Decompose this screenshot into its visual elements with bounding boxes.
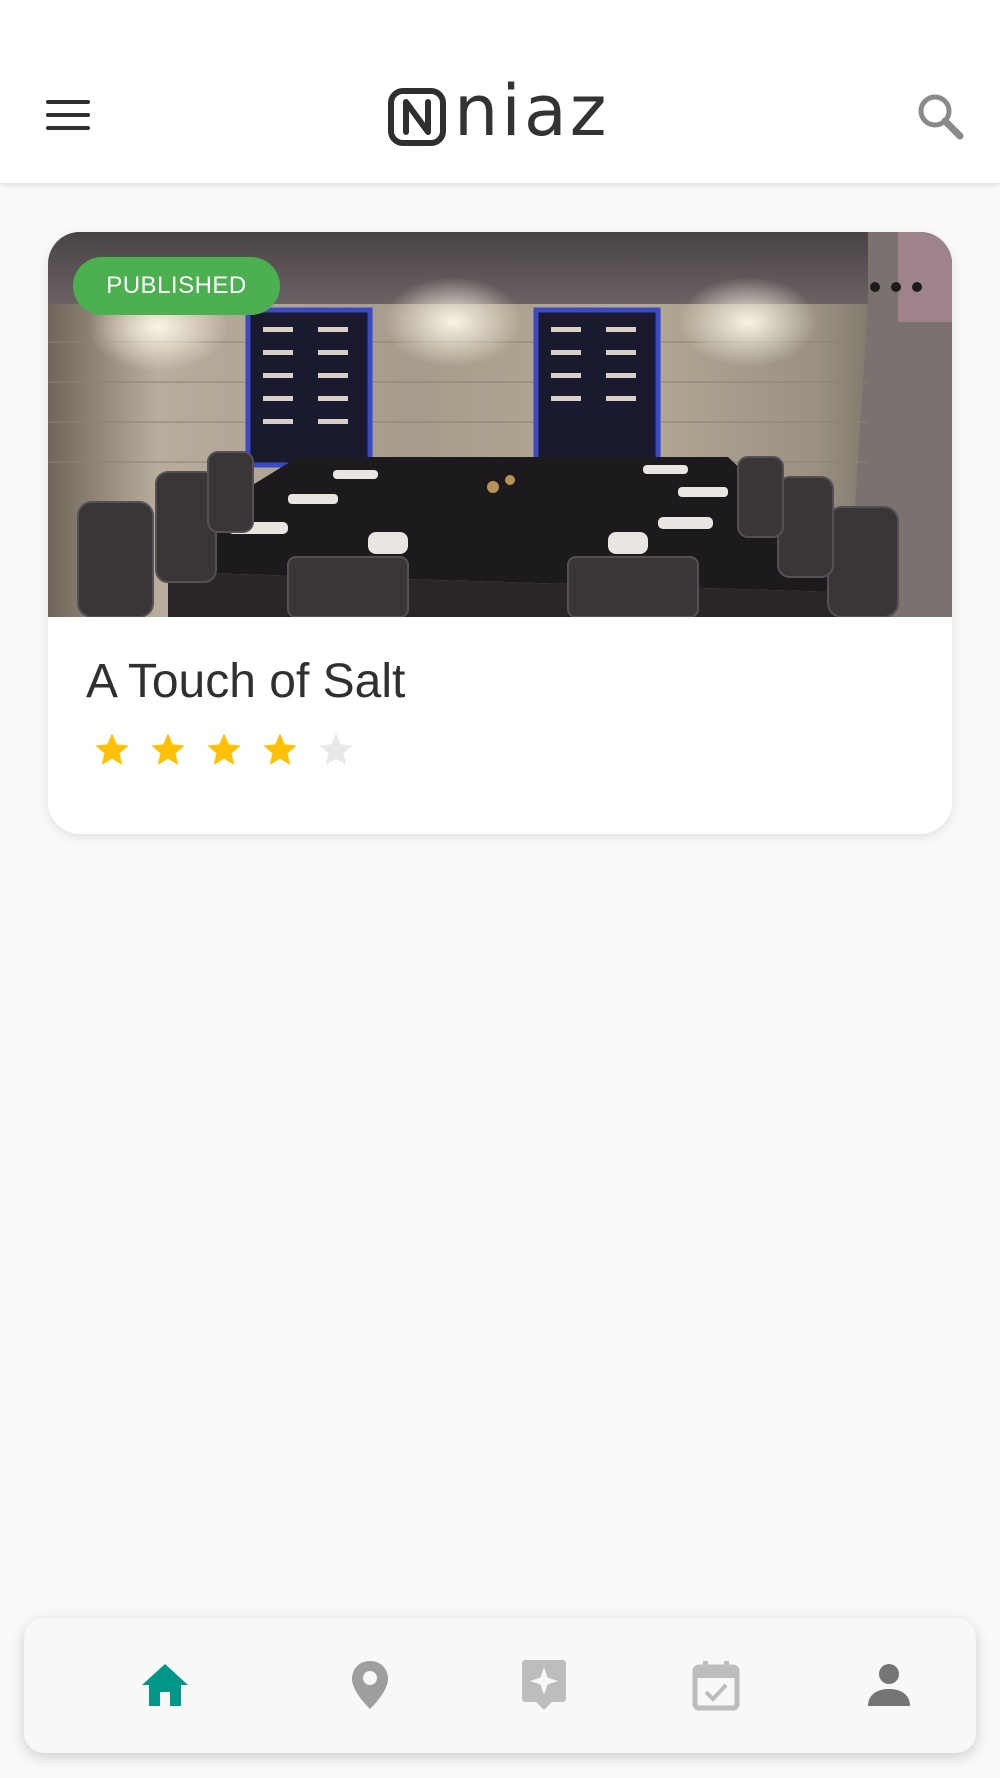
search-button[interactable] (914, 90, 966, 142)
search-icon (918, 94, 964, 140)
home-icon (142, 1664, 188, 1706)
hamburger-menu-icon-line (46, 126, 90, 130)
star-filled-icon (95, 733, 129, 765)
nav-location[interactable] (335, 1650, 405, 1720)
star-filled-icon (207, 733, 241, 765)
app-bar: niaz (0, 0, 1000, 183)
rating-stars (92, 730, 372, 770)
person-icon (868, 1664, 910, 1706)
star-filled-icon (151, 733, 185, 765)
star-empty-icon (319, 733, 353, 765)
more-horizontal-icon (870, 282, 880, 292)
menu-button[interactable] (36, 90, 96, 140)
hamburger-menu-icon-line (46, 113, 90, 117)
star-filled-icon (263, 733, 297, 765)
app-logo: niaz (388, 76, 609, 150)
nav-profile[interactable] (854, 1650, 924, 1720)
location-pin-icon (352, 1661, 388, 1709)
nav-featured[interactable] (509, 1650, 579, 1720)
bottom-navigation (24, 1618, 976, 1753)
nav-calendar[interactable] (681, 1650, 751, 1720)
app-brand-name: niaz (454, 70, 610, 152)
more-options-button[interactable] (870, 272, 922, 302)
more-horizontal-icon-dot (912, 282, 922, 292)
listing-title: A Touch of Salt (86, 655, 406, 708)
status-badge: PUBLISHED (73, 257, 280, 315)
more-horizontal-icon-dot (891, 282, 901, 292)
nav-home[interactable] (130, 1650, 200, 1720)
sparkle-badge-icon (522, 1660, 566, 1710)
hamburger-menu-icon (46, 100, 90, 104)
logo-n-icon (388, 88, 446, 146)
calendar-check-icon (692, 1661, 740, 1711)
listing-card[interactable]: PUBLISHED A Touch of Salt (48, 232, 952, 834)
